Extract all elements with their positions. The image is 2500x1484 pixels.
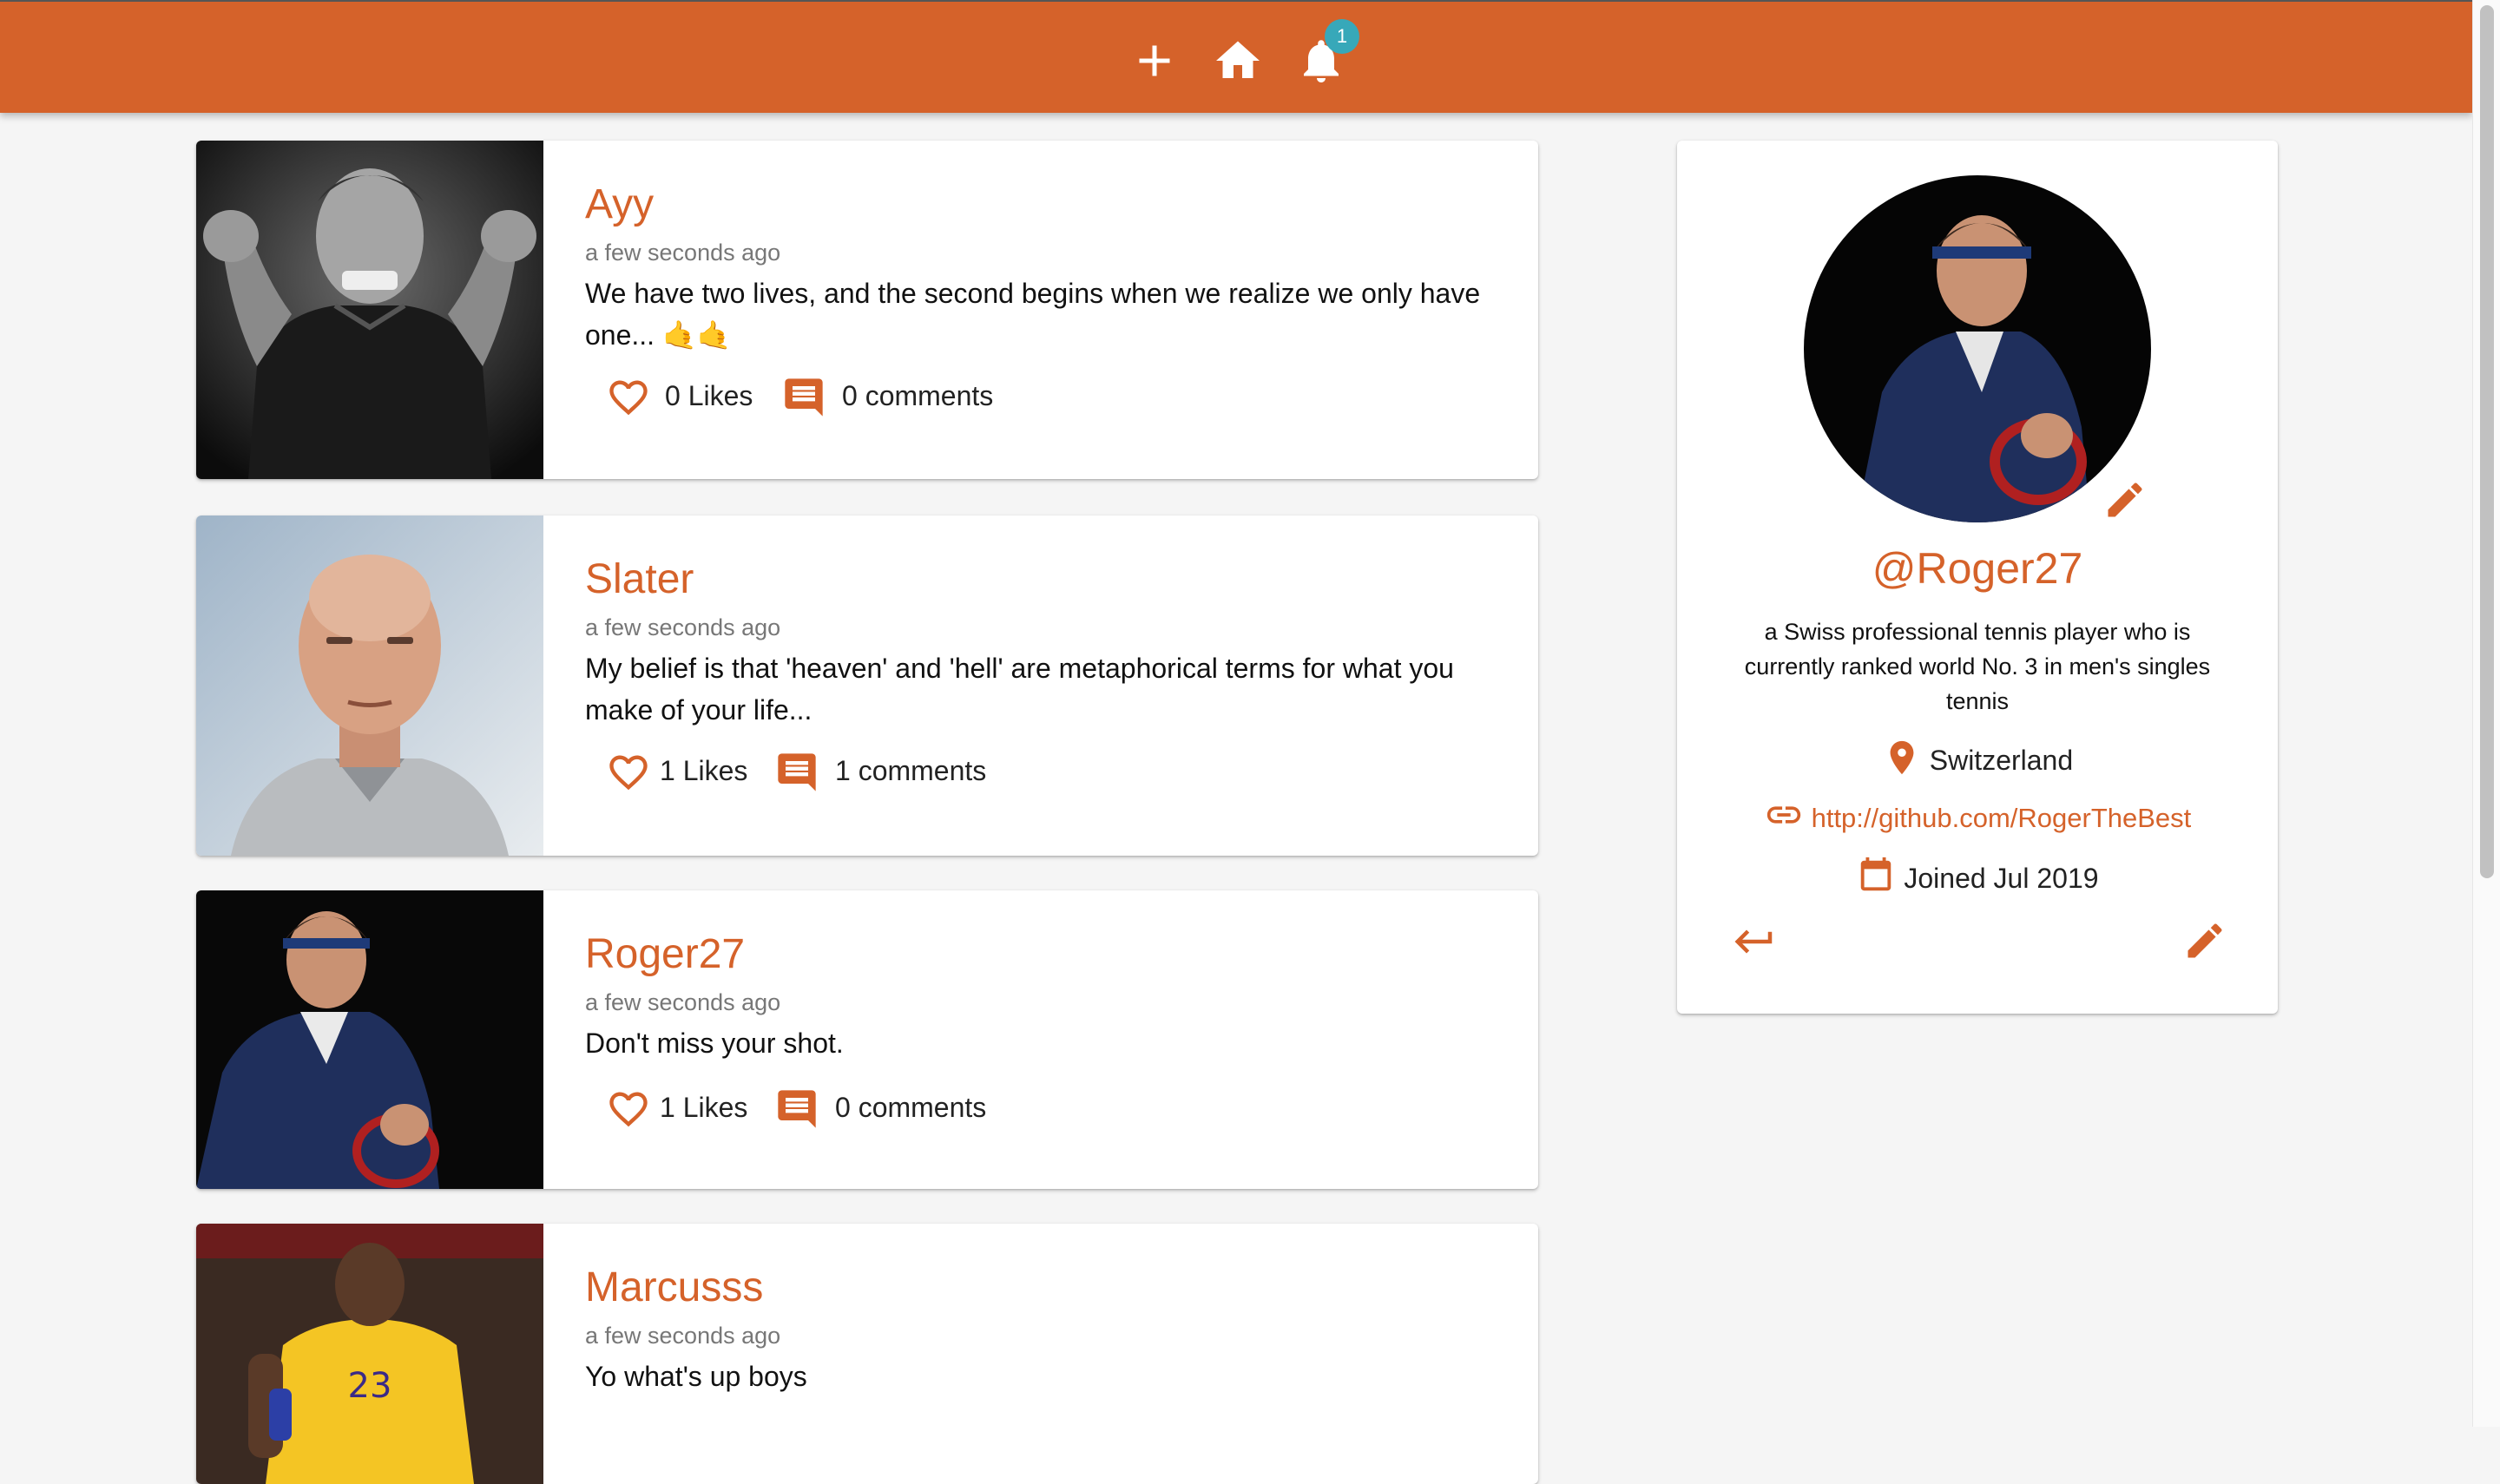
location-pin-icon (1890, 740, 1914, 775)
profile-website: http://github.com/RogerTheBest (1677, 795, 2278, 835)
comment-icon (778, 1090, 816, 1128)
comments-count: 0 comments (842, 380, 994, 411)
scrollbar-thumb[interactable] (2480, 5, 2494, 878)
heart-outline-icon (609, 755, 648, 791)
profile-location: Switzerland (1677, 738, 2278, 778)
post-timestamp: a few seconds ago (585, 1323, 781, 1349)
post-card: 23 Marcusss a few seconds ago Yo what's … (196, 1224, 1538, 1484)
heart-outline-icon (609, 380, 648, 416)
like-button[interactable] (606, 375, 651, 420)
post-author-photo (196, 141, 543, 479)
location-text: Switzerland (1929, 745, 2074, 776)
post-card: Ayy a few seconds ago We have two lives,… (196, 141, 1538, 479)
post-username-link[interactable]: Marcusss (585, 1264, 763, 1311)
notification-badge: 1 (1325, 19, 1359, 54)
post-actions: 0 Likes 0 comments (585, 371, 1523, 424)
page-scrollbar[interactable] (2472, 0, 2500, 1427)
post-text: My belief is that 'heaven' and 'hell' ar… (585, 653, 1454, 726)
post-text: Yo what's up boys (585, 1361, 807, 1392)
edit-avatar-button[interactable] (2102, 477, 2148, 522)
notifications-button[interactable]: 1 (1295, 19, 1359, 87)
likes-count: 0 Likes (665, 380, 753, 411)
likes-count: 1 Likes (660, 1092, 748, 1123)
plus-icon (1139, 45, 1170, 76)
post-author-photo (196, 515, 543, 856)
post-timestamp: a few seconds ago (585, 989, 781, 1015)
post-actions: 1 Likes 1 comments (585, 746, 1523, 798)
post-card: Roger27 a few seconds ago Don't miss you… (196, 890, 1538, 1189)
post-username-link[interactable]: Ayy (585, 181, 654, 228)
post-username-link[interactable]: Slater (585, 555, 694, 603)
post-actions: 1 Likes 0 comments (585, 1083, 1523, 1135)
post-timestamp: a few seconds ago (585, 614, 781, 640)
post-text: Don't miss your shot. (585, 1028, 844, 1059)
calendar-icon (1861, 857, 1891, 891)
comments-button[interactable] (781, 375, 826, 420)
heart-outline-icon (609, 1092, 648, 1127)
like-button[interactable] (606, 1087, 651, 1132)
likes-count: 1 Likes (660, 755, 748, 786)
post-timestamp: a few seconds ago (585, 240, 781, 266)
comments-button[interactable] (774, 750, 819, 795)
keyboard-return-icon (1734, 929, 1773, 954)
link-icon (1766, 806, 1800, 824)
website-link[interactable]: http://github.com/RogerTheBest (1812, 803, 2192, 833)
comment-icon (778, 753, 816, 791)
post-text: We have two lives, and the second begins… (585, 278, 1481, 351)
profile-bio: a Swiss professional tennis player who i… (1744, 619, 2211, 714)
edit-profile-button[interactable] (2182, 918, 2227, 963)
post-author-photo: 23 (196, 1224, 543, 1484)
pencil-icon (2188, 923, 2222, 958)
profile-avatar (1804, 175, 2151, 522)
pencil-icon (2108, 483, 2142, 517)
profile-handle-link[interactable]: @Roger27 (1677, 543, 2278, 594)
post-username-link[interactable]: Roger27 (585, 930, 745, 978)
svg-text:23: 23 (348, 1366, 392, 1406)
comments-count: 0 comments (835, 1092, 987, 1123)
profile-card: @Roger27 a Swiss professional tennis pla… (1677, 141, 2278, 1014)
top-navbar: 1 (0, 0, 2472, 113)
add-post-button[interactable] (1128, 35, 1181, 87)
home-icon (1216, 41, 1260, 78)
comments-button[interactable] (774, 1087, 819, 1132)
post-card: Slater a few seconds ago My belief is th… (196, 515, 1538, 856)
like-button[interactable] (606, 750, 651, 795)
home-button[interactable] (1212, 35, 1264, 87)
logout-button[interactable] (1731, 918, 1778, 965)
joined-text: Joined Jul 2019 (1904, 863, 2099, 894)
post-author-photo (196, 890, 543, 1189)
comments-count: 1 comments (835, 755, 987, 786)
comment-icon (785, 378, 823, 417)
profile-joined: Joined Jul 2019 (1677, 856, 2278, 896)
